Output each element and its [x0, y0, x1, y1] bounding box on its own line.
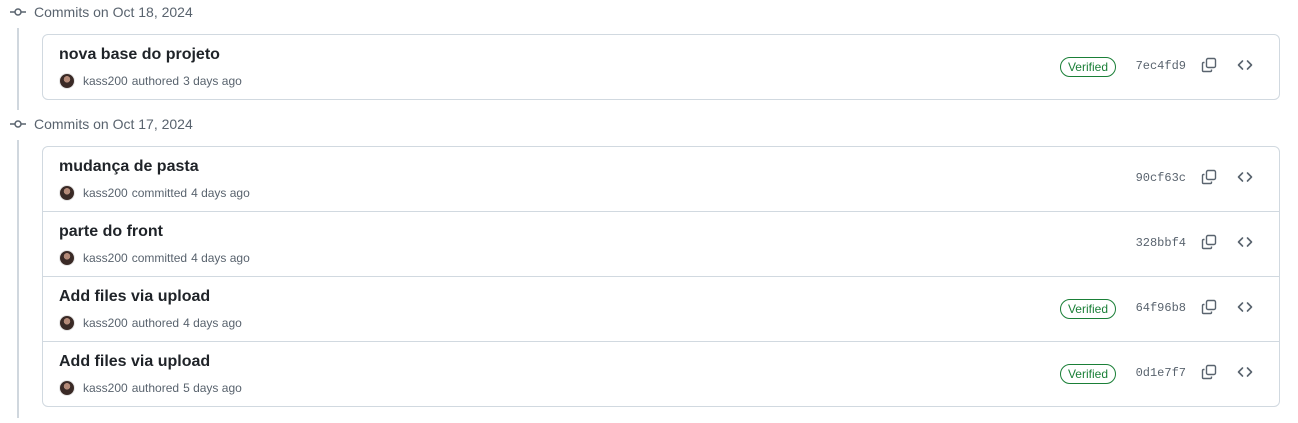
avatar[interactable] [59, 315, 75, 331]
commit-group-header: Commits on Oct 18, 2024 [0, 0, 193, 24]
commit-message-link[interactable]: mudança de pasta [59, 158, 199, 176]
commit-list: nova base do projeto kass200 authored 3 … [42, 34, 1280, 100]
code-icon [1237, 234, 1253, 255]
commit-message-link[interactable]: Add files via upload [59, 288, 210, 306]
timeline-line [17, 28, 19, 110]
author-link[interactable]: kass200 [83, 186, 128, 200]
avatar[interactable] [59, 250, 75, 266]
code-icon [1237, 57, 1253, 78]
commit-time: 4 days ago [191, 251, 250, 265]
commit-sha-link[interactable]: 328bbf4 [1136, 236, 1186, 250]
commit-time: 5 days ago [183, 381, 242, 395]
commit-action: committed [131, 186, 188, 200]
browse-repo-button[interactable] [1233, 297, 1257, 321]
commit-group-header: Commits on Oct 17, 2024 [0, 112, 193, 136]
git-commit-icon [0, 112, 34, 136]
code-icon [1237, 169, 1253, 190]
author-link[interactable]: kass200 [83, 251, 128, 265]
commit-message-link[interactable]: parte do front [59, 223, 163, 241]
commit-message-link[interactable]: nova base do projeto [59, 46, 220, 64]
commit-list: mudança de pasta kass200 committed 4 day… [42, 146, 1280, 407]
commit-row: nova base do projeto kass200 authored 3 … [43, 35, 1279, 99]
commit-action: committed [131, 251, 188, 265]
avatar[interactable] [59, 73, 75, 89]
commit-time: 4 days ago [191, 186, 250, 200]
avatar[interactable] [59, 185, 75, 201]
commit-group-title: Commits on Oct 18, 2024 [34, 4, 193, 20]
copy-icon [1201, 169, 1217, 190]
commit-row: parte do front kass200 committed 4 days … [43, 211, 1279, 276]
copy-sha-button[interactable] [1197, 167, 1221, 191]
commit-row: mudança de pasta kass200 committed 4 day… [43, 147, 1279, 211]
author-link[interactable]: kass200 [83, 74, 128, 88]
code-icon [1237, 299, 1253, 320]
verified-badge[interactable]: Verified [1059, 57, 1116, 77]
copy-icon [1201, 299, 1217, 320]
commit-meta: kass200 authored 4 days ago [59, 315, 242, 331]
commit-meta: kass200 committed 4 days ago [59, 185, 250, 201]
commit-row: Add files via upload kass200 authored 4 … [43, 276, 1279, 341]
timeline-line [17, 140, 19, 418]
copy-sha-button[interactable] [1197, 297, 1221, 321]
commit-meta: kass200 authored 3 days ago [59, 73, 242, 89]
copy-icon [1201, 364, 1217, 385]
copy-sha-button[interactable] [1197, 55, 1221, 79]
browse-repo-button[interactable] [1233, 362, 1257, 386]
code-icon [1237, 364, 1253, 385]
commit-meta: kass200 committed 4 days ago [59, 250, 250, 266]
commit-meta: kass200 authored 5 days ago [59, 380, 242, 396]
browse-repo-button[interactable] [1233, 167, 1257, 191]
commit-action: authored [131, 316, 180, 330]
git-commit-icon [0, 0, 34, 24]
copy-sha-button[interactable] [1197, 362, 1221, 386]
verified-badge[interactable]: Verified [1059, 299, 1116, 319]
copy-sha-button[interactable] [1197, 232, 1221, 256]
commit-sha-link[interactable]: 64f96b8 [1136, 301, 1186, 315]
avatar[interactable] [59, 380, 75, 396]
commit-time: 4 days ago [183, 316, 242, 330]
commit-action: authored [131, 381, 180, 395]
commit-row: Add files via upload kass200 authored 5 … [43, 341, 1279, 406]
commit-group-title: Commits on Oct 17, 2024 [34, 116, 193, 132]
browse-repo-button[interactable] [1233, 232, 1257, 256]
verified-badge[interactable]: Verified [1059, 364, 1116, 384]
commit-message-link[interactable]: Add files via upload [59, 353, 210, 371]
commit-action: authored [131, 74, 180, 88]
copy-icon [1201, 234, 1217, 255]
commit-time: 3 days ago [183, 74, 242, 88]
commit-sha-link[interactable]: 0d1e7f7 [1136, 366, 1186, 380]
author-link[interactable]: kass200 [83, 381, 128, 395]
author-link[interactable]: kass200 [83, 316, 128, 330]
commit-sha-link[interactable]: 7ec4fd9 [1136, 59, 1186, 73]
browse-repo-button[interactable] [1233, 55, 1257, 79]
commit-sha-link[interactable]: 90cf63c [1136, 171, 1186, 185]
copy-icon [1201, 57, 1217, 78]
